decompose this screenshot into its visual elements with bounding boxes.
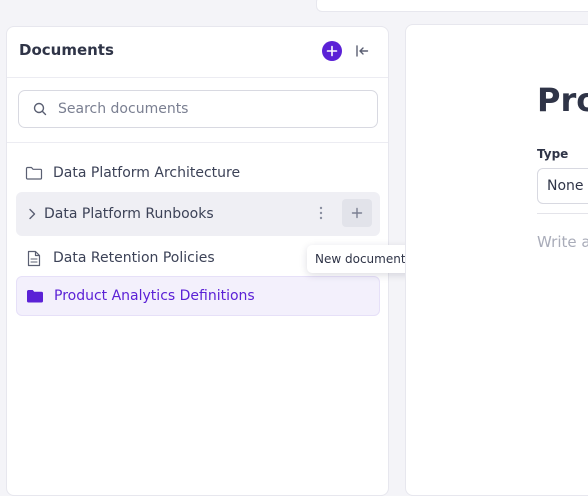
top-panel-edge: [316, 0, 588, 12]
folder-icon: [25, 164, 43, 182]
folder-filled-icon: [26, 287, 44, 305]
tree-item-label: Product Analytics Definitions: [54, 288, 255, 304]
collapse-sidebar-button[interactable]: [353, 41, 371, 61]
sidebar-title: Documents: [19, 41, 114, 59]
tree-item-label: Data Platform Architecture: [53, 165, 241, 181]
search-icon: [32, 101, 48, 117]
tree-item-label: Data Retention Policies: [53, 250, 215, 266]
chevron-right-icon[interactable]: [25, 205, 39, 223]
type-select-value: None: [547, 178, 584, 194]
tree-item-data-platform-architecture[interactable]: Data Platform Architecture: [16, 153, 380, 193]
tree-item-label: Data Platform Runbooks: [44, 206, 214, 222]
type-label: Type: [537, 147, 569, 161]
search-input[interactable]: [56, 100, 360, 118]
type-select[interactable]: None: [537, 168, 588, 204]
search-section: [7, 78, 388, 143]
sidebar-header: Documents: [7, 27, 388, 78]
document-icon: [25, 249, 43, 267]
document-body-editor[interactable]: Write a: [537, 233, 588, 251]
document-title[interactable]: Pro: [537, 81, 588, 119]
tree-item-data-platform-runbooks[interactable]: Data Platform Runbooks: [16, 192, 380, 236]
new-document-tooltip: New document: [307, 245, 414, 273]
plus-icon: [326, 45, 338, 57]
new-document-button[interactable]: [342, 199, 372, 227]
search-box[interactable]: [18, 90, 378, 128]
row-actions: [312, 199, 372, 227]
more-options-icon[interactable]: [312, 201, 330, 225]
collapse-left-icon: [356, 45, 369, 57]
divider: [537, 213, 588, 214]
add-document-button[interactable]: [322, 41, 342, 61]
tree-item-product-analytics-definitions[interactable]: Product Analytics Definitions: [16, 276, 380, 316]
plus-icon: [351, 207, 363, 219]
document-editor: Pro Type None Write a: [405, 24, 588, 496]
